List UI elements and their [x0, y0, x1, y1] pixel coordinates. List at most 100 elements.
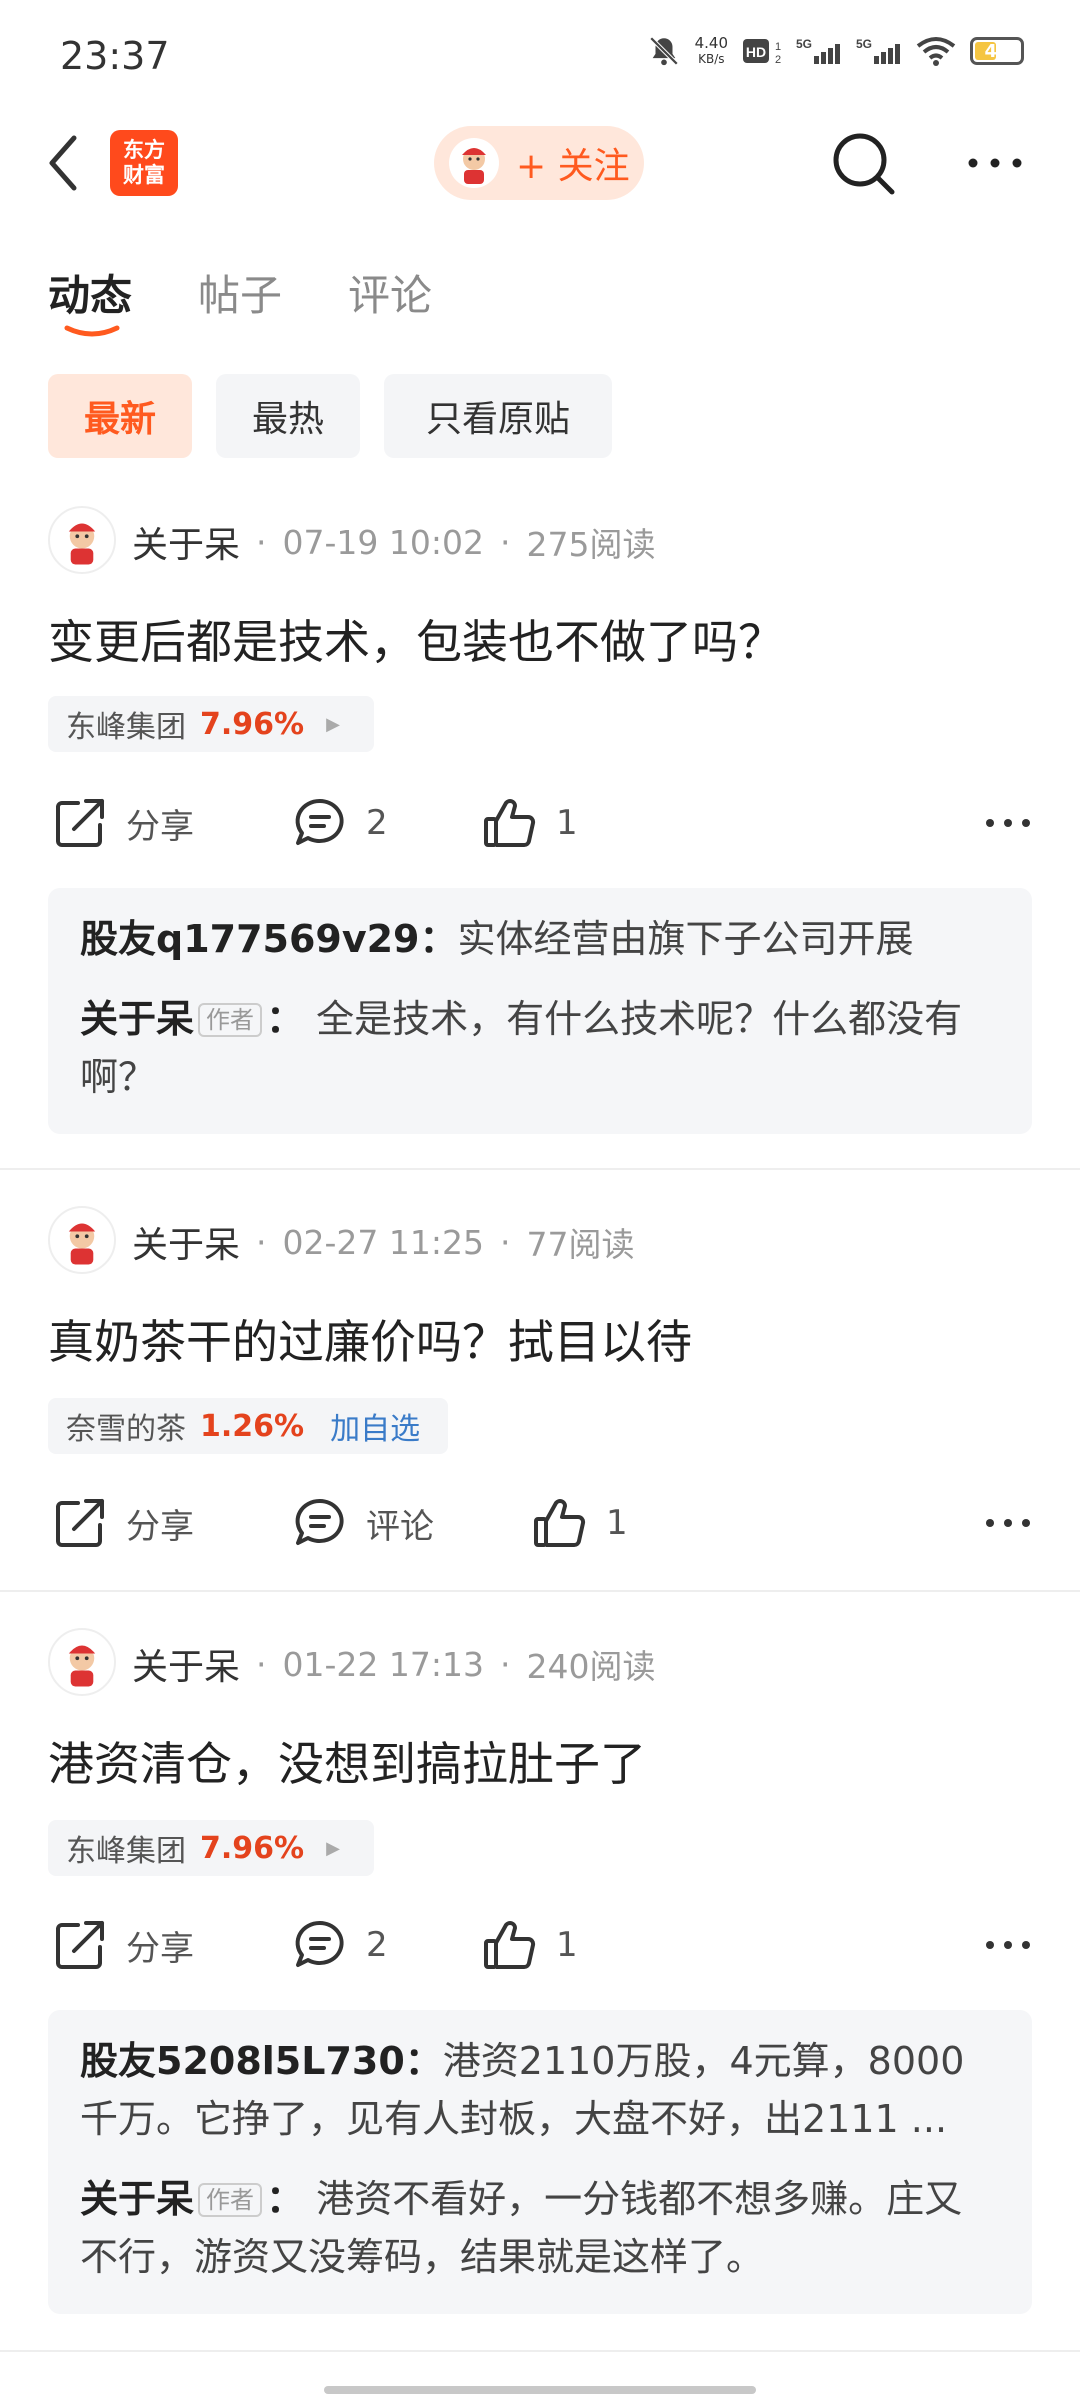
add-watchlist-button[interactable]: 加自选 [330, 1404, 420, 1448]
share-button[interactable]: 分享 [52, 1495, 194, 1551]
meta-separator: · [500, 1222, 511, 1262]
stock-tag[interactable]: 东峰集团 7.96% ▶ [48, 1820, 374, 1876]
more-options-icon[interactable] [966, 148, 1024, 178]
author-avatar[interactable] [48, 506, 116, 574]
reply-user[interactable]: 股友q177569v29 [80, 917, 420, 961]
post-actions: 分享 2 1 [52, 1910, 1032, 1980]
active-tab-indicator [64, 325, 120, 337]
reply-text: 实体经营由旗下子公司开展 [457, 917, 914, 961]
svg-text:HD: HD [746, 44, 766, 60]
share-button[interactable]: 分享 [52, 1917, 194, 1973]
share-label: 分享 [126, 1928, 194, 1969]
meta-separator: · [500, 1644, 511, 1684]
svg-text:5G: 5G [796, 37, 812, 51]
meta-separator: · [256, 1222, 267, 1262]
post-time: 07-19 10:02 [282, 522, 484, 562]
net-speed-unit: KB/s [698, 52, 725, 66]
reply-preview[interactable]: 股友q177569v29：实体经营由旗下子公司开展 关于呆 作者： 全是技术，有什… [48, 888, 1032, 1134]
comment-label: 评论 [366, 1506, 434, 1547]
post-time: 02-27 11:25 [282, 1222, 484, 1262]
post-more-icon[interactable] [984, 1938, 1032, 1952]
author-name[interactable]: 关于呆 [132, 1638, 240, 1690]
tab-posts[interactable]: 帖子 [198, 262, 282, 323]
share-icon [56, 1499, 104, 1547]
thumbs-up-icon [484, 1921, 536, 1969]
reply-separator: ： [266, 2177, 305, 2221]
follow-button[interactable]: + 关注 [434, 126, 644, 200]
post-title[interactable]: 真奶茶干的过廉价吗？拭目以待 [48, 1306, 692, 1372]
like-count: 1 [556, 803, 578, 843]
reply-separator: ： [266, 997, 305, 1041]
post-more-icon[interactable] [984, 1516, 1032, 1530]
reply-user[interactable]: 关于呆 [80, 2177, 194, 2221]
status-icons: 4.40 KB/s HD 1 2 5G 5G 41 [647, 34, 1024, 68]
avatar-icon [449, 138, 499, 188]
back-arrow-icon[interactable] [44, 128, 84, 198]
thumbs-up-icon [534, 1499, 586, 1547]
filter-original-only[interactable]: 只看原贴 [384, 374, 612, 458]
author-badge: 作者 [198, 2183, 263, 2217]
author-badge: 作者 [198, 1003, 263, 1037]
like-count: 1 [556, 1925, 578, 1965]
search-icon[interactable] [828, 128, 898, 198]
status-time: 23:37 [60, 34, 170, 78]
reply-line: 股友5208l5L730：港资2110万股，4元算，8000千万。它挣了，见有人… [80, 2032, 1000, 2148]
stock-name: 东峰集团 [66, 1834, 186, 1869]
author-avatar[interactable] [48, 1628, 116, 1696]
reply-user[interactable]: 股友5208l5L730 [80, 2039, 405, 2083]
app-logo[interactable]: 东方 财富 [110, 130, 178, 196]
comment-icon [295, 1920, 344, 1967]
battery-level: 41 [984, 40, 1010, 62]
post-meta: 关于呆 · 02-27 11:25 · 77阅读 [132, 1216, 635, 1268]
like-button[interactable]: 1 [482, 1917, 578, 1973]
share-button[interactable]: 分享 [52, 795, 194, 851]
author-name[interactable]: 关于呆 [132, 1216, 240, 1268]
post-actions: 分享 评论 1 [52, 1488, 1032, 1558]
comment-button[interactable]: 评论 [292, 1495, 434, 1551]
reply-separator: ： [404, 2039, 443, 2083]
comment-count: 2 [366, 1925, 388, 1965]
filter-hot[interactable]: 最热 [216, 374, 360, 458]
reply-preview[interactable]: 股友5208l5L730：港资2110万股，4元算，8000千万。它挣了，见有人… [48, 2010, 1032, 2314]
author-avatar[interactable] [48, 1206, 116, 1274]
reply-line: 关于呆 作者： 港资不看好，一分钱都不想多赚。庄又不行，游资又没筹码，结果就是这样… [80, 2170, 1000, 2286]
post-more-icon[interactable] [984, 816, 1032, 830]
share-icon [56, 1921, 104, 1969]
meta-separator: · [256, 1644, 267, 1684]
tab-dynamic[interactable]: 动态 [48, 262, 132, 323]
post-meta: 关于呆 · 01-22 17:13 · 240阅读 [132, 1638, 656, 1690]
stock-tag[interactable]: 东峰集团 7.96% ▶ [48, 696, 374, 752]
post-title[interactable]: 变更后都是技术，包装也不做了吗？ [48, 606, 784, 672]
read-count: 77阅读 [526, 1225, 635, 1264]
like-button[interactable]: 1 [532, 1495, 628, 1551]
svg-text:5G: 5G [856, 37, 872, 51]
wifi-icon [916, 37, 956, 66]
logo-line2: 财富 [123, 163, 165, 187]
reply-line: 关于呆 作者： 全是技术，有什么技术呢？什么都没有啊？ [80, 990, 1000, 1106]
post-meta: 关于呆 · 07-19 10:02 · 275阅读 [132, 516, 656, 568]
tab-comments[interactable]: 评论 [348, 262, 432, 323]
mute-bell-icon [649, 36, 678, 66]
divider [0, 1168, 1080, 1170]
post-actions: 分享 2 1 [52, 788, 1032, 858]
comment-icon [295, 798, 344, 845]
comment-button[interactable]: 2 [292, 795, 388, 851]
reply-separator: ： [419, 917, 458, 961]
meta-separator: · [256, 522, 267, 562]
comment-button[interactable]: 2 [292, 1917, 388, 1973]
net-speed-value: 4.40 [694, 34, 728, 52]
signal-5g-icon-1: 5G [796, 37, 840, 64]
reply-user[interactable]: 关于呆 [80, 997, 194, 1041]
thumbs-up-icon [484, 799, 536, 847]
post-time: 01-22 17:13 [282, 1644, 484, 1684]
filter-latest[interactable]: 最新 [48, 374, 192, 458]
author-name[interactable]: 关于呆 [132, 516, 240, 568]
stock-tag[interactable]: 奈雪的茶 1.26% 加自选 [48, 1398, 448, 1454]
play-arrow-icon: ▶ [326, 713, 340, 735]
follow-label: + 关注 [516, 146, 630, 187]
stock-name: 东峰集团 [66, 710, 186, 745]
stock-change: 1.26% [200, 1408, 305, 1444]
post-title[interactable]: 港资清仓，没想到搞拉肚子了 [48, 1728, 646, 1794]
home-indicator[interactable] [324, 2386, 756, 2394]
like-button[interactable]: 1 [482, 795, 578, 851]
